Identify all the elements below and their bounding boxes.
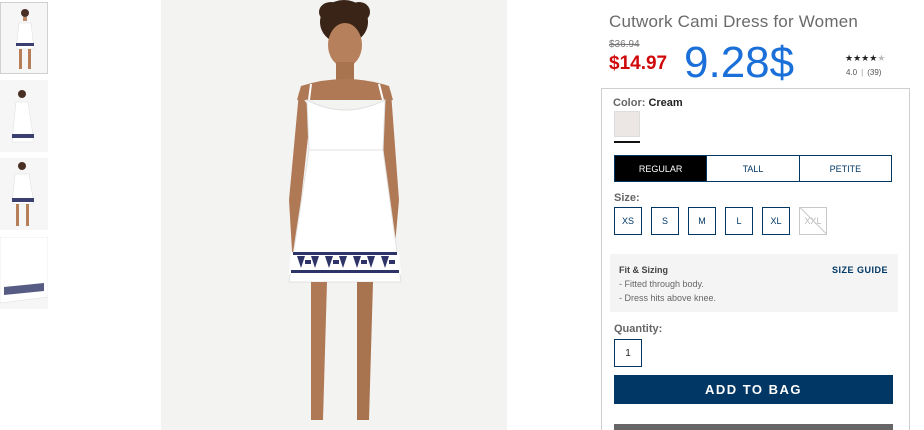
color-swatch-cream[interactable] bbox=[614, 111, 640, 137]
rating-value: 4.0 bbox=[846, 68, 858, 77]
tab-regular[interactable]: REGULAR bbox=[615, 156, 708, 181]
overlay-price: 9.28$ bbox=[684, 38, 795, 87]
size-option-l[interactable]: L bbox=[725, 207, 753, 235]
size-option-xxl-unavailable[interactable]: XXL bbox=[799, 207, 827, 235]
star-icon: ★ bbox=[845, 53, 854, 63]
size-option-s[interactable]: S bbox=[651, 207, 679, 235]
product-title: Cutwork Cami Dress for Women bbox=[609, 12, 859, 31]
review-count[interactable]: (39) bbox=[867, 68, 881, 77]
fit-detail-line: - Dress hits above knee. bbox=[619, 293, 717, 303]
thumbnail-side[interactable] bbox=[0, 80, 48, 152]
size-label: Size: bbox=[614, 192, 640, 204]
tab-petite[interactable]: PETITE bbox=[799, 156, 891, 181]
fit-sizing-title: Fit & Sizing bbox=[619, 265, 668, 275]
fit-tabs: REGULAR TALL PETITE bbox=[614, 155, 892, 182]
selected-swatch-indicator bbox=[614, 141, 640, 143]
size-option-xs[interactable]: XS bbox=[614, 207, 642, 235]
add-to-bag-button[interactable]: ADD TO BAG bbox=[614, 375, 893, 404]
thumbnail-front[interactable] bbox=[0, 2, 48, 74]
tab-tall[interactable]: TALL bbox=[707, 156, 800, 181]
star-empty-icon: ★ bbox=[877, 53, 886, 63]
size-option-xl[interactable]: XL bbox=[762, 207, 790, 235]
rating-divider: | bbox=[861, 68, 864, 77]
quantity-input[interactable]: 1 bbox=[614, 339, 642, 367]
quantity-label: Quantity: bbox=[614, 323, 663, 335]
color-label: Color: Cream bbox=[613, 97, 683, 109]
rating-summary[interactable]: 4.0 | (39) bbox=[846, 68, 881, 77]
fit-detail-line: - Fitted through body. bbox=[619, 279, 704, 289]
size-options: XS S M L XL XXL bbox=[614, 207, 836, 235]
size-option-m[interactable]: M bbox=[688, 207, 716, 235]
thumbnail-detail[interactable] bbox=[0, 237, 48, 309]
main-product-image[interactable] bbox=[161, 0, 507, 430]
rating-stars[interactable]: ★★★★★ bbox=[845, 53, 885, 64]
sale-price: $14.97 bbox=[609, 53, 668, 74]
thumbnail-back[interactable] bbox=[0, 158, 48, 230]
star-icon: ★ bbox=[853, 53, 862, 63]
color-label-text: Color: bbox=[613, 97, 646, 109]
size-guide-link[interactable]: SIZE GUIDE bbox=[832, 265, 888, 275]
selected-color: Cream bbox=[648, 97, 683, 109]
original-price: $36.94 bbox=[609, 39, 640, 50]
secondary-button-partial[interactable] bbox=[614, 424, 893, 430]
